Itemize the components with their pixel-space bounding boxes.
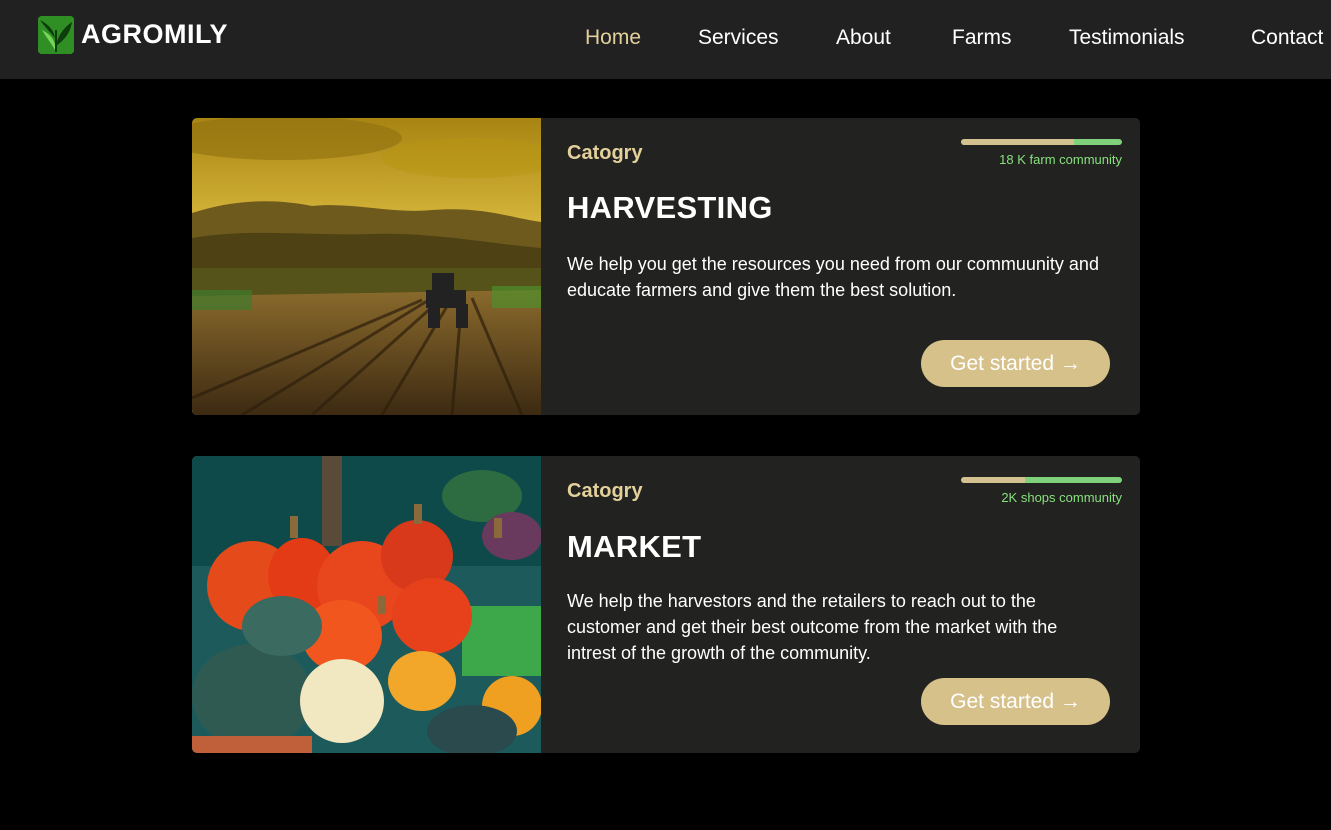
card-category: Catogry (567, 142, 643, 164)
community-progress-bar (961, 139, 1122, 145)
nav-services[interactable]: Services (698, 26, 779, 50)
nav-testimonials[interactable]: Testimonials (1069, 26, 1185, 50)
service-card-market: Catogry 2K shops community MARKET We hel… (192, 456, 1140, 753)
pumpkins-market-image (192, 456, 541, 753)
tractor-field-image (192, 118, 541, 415)
nav-about[interactable]: About (836, 26, 891, 50)
community-count: 2K shops community (1001, 490, 1122, 505)
community-progress-bar (961, 477, 1122, 483)
card-title: HARVESTING (567, 190, 773, 225)
top-nav: AGROMILY Home Services About Farms Testi… (0, 0, 1331, 79)
get-started-button[interactable]: Get started → (921, 340, 1110, 387)
nav-contact[interactable]: Contact (1251, 26, 1323, 50)
get-started-button[interactable]: Get started → (921, 678, 1110, 725)
main-menu: Home Services About Farms Testimonials C… (0, 26, 1331, 56)
community-progress-fill (961, 139, 1074, 145)
service-card-harvesting: Catogry 18 K farm community HARVESTING W… (192, 118, 1140, 415)
community-count: 18 K farm community (999, 152, 1122, 167)
card-description: We help the harvestors and the retailers… (567, 591, 1058, 663)
community-progress-fill (961, 477, 1026, 483)
card-title: MARKET (567, 529, 702, 564)
nav-farms[interactable]: Farms (952, 26, 1012, 50)
nav-home[interactable]: Home (585, 26, 641, 50)
card-category: Catogry (567, 480, 643, 502)
card-description: We help you get the resources you need f… (567, 254, 1099, 300)
